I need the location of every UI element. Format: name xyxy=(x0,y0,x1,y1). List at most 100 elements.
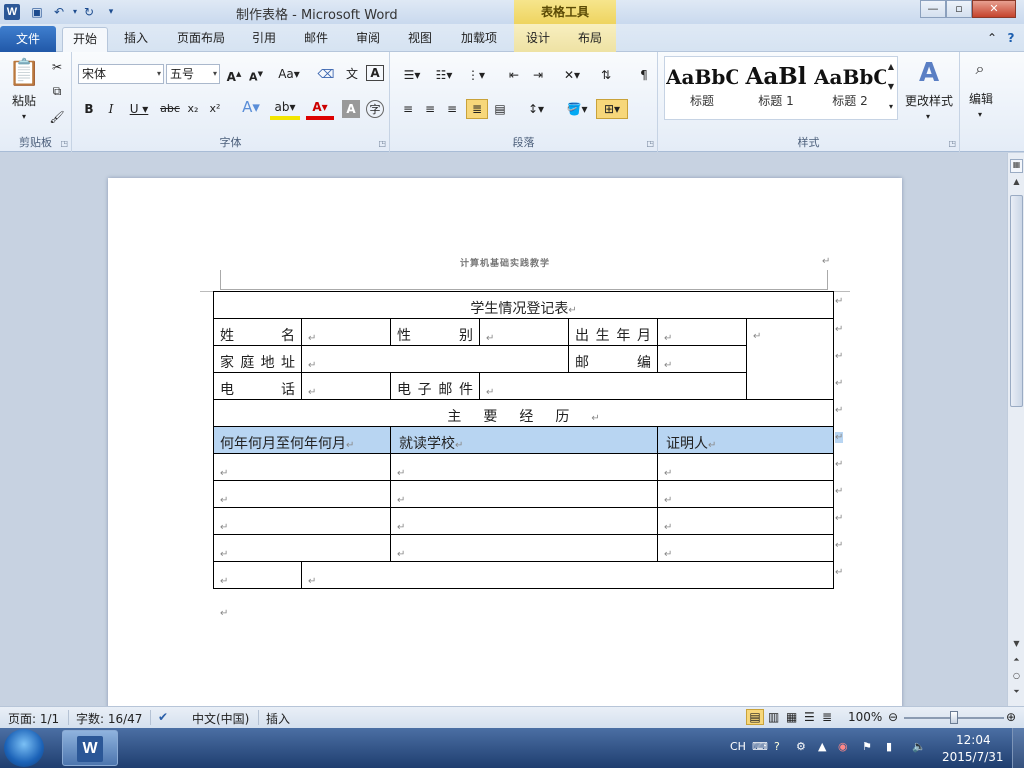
superscript-icon[interactable]: x² xyxy=(206,100,224,118)
help-tray-icon[interactable]: ? xyxy=(774,740,780,753)
period-cell[interactable]: ↵ xyxy=(213,507,391,535)
volume-icon[interactable]: 🔈 xyxy=(912,740,926,753)
student-registration-table[interactable]: 学生情况登记表↵ 姓名 ↵ 性别 ↵ 出生年月 ↵ ↵ 家庭地址 ↵ 邮编 ↵ … xyxy=(212,291,835,589)
browse-object-icon[interactable]: ○ xyxy=(1010,671,1023,685)
ribbon-minimize-icon[interactable]: ⌃ xyxy=(984,27,1000,52)
next-page-icon[interactable]: ⏷ xyxy=(1010,687,1023,701)
tab-home[interactable]: 开始 xyxy=(62,27,108,52)
gallery-scroll-down-icon[interactable]: ▼ xyxy=(884,78,898,96)
change-styles-icon[interactable]: A xyxy=(904,58,954,88)
tab-view[interactable]: 视图 xyxy=(402,27,438,52)
proofing-icon[interactable]: ✔ xyxy=(158,710,168,724)
copy-icon[interactable]: ⧉ xyxy=(48,82,66,100)
scroll-down-icon[interactable]: ▼ xyxy=(1010,639,1023,653)
change-styles-dropdown-icon[interactable]: ▾ xyxy=(920,108,936,126)
phone-value-cell[interactable]: ↵ xyxy=(301,372,391,400)
tab-review[interactable]: 审阅 xyxy=(350,27,386,52)
font-launcher-icon[interactable]: ◳ xyxy=(378,139,386,148)
show-hidden-icons-icon[interactable]: ▲ xyxy=(818,740,826,753)
witness-cell[interactable]: ↵ xyxy=(656,534,835,562)
ime-settings-icon[interactable]: ⚙ xyxy=(796,740,806,753)
history-title-cell[interactable]: 主要经历↵ xyxy=(212,399,835,427)
zoom-level[interactable]: 100% xyxy=(848,710,882,724)
vertical-scrollbar[interactable]: ▦ ▲ ▼ ⏶ ○ ⏷ xyxy=(1007,153,1024,706)
ime-indicator[interactable]: CH xyxy=(730,740,746,753)
security-icon[interactable]: ◉ xyxy=(838,740,848,753)
school-cell[interactable]: ↵ xyxy=(390,507,658,535)
italic-icon[interactable]: I xyxy=(102,100,120,118)
email-label-cell[interactable]: 电子邮件 xyxy=(390,372,480,400)
font-size-dropdown[interactable]: 五号 ▾ xyxy=(166,64,220,84)
zoom-in-icon[interactable]: ⊕ xyxy=(1006,710,1016,724)
multilevel-list-icon[interactable]: ⋮▾ xyxy=(462,66,490,84)
bold-icon[interactable]: B xyxy=(80,100,98,118)
language-indicator[interactable]: 中文(中国) xyxy=(192,710,249,727)
witness-cell[interactable]: ↵ xyxy=(656,507,835,535)
subscript-icon[interactable]: x₂ xyxy=(184,100,202,118)
footer-right-cell[interactable]: ↵ xyxy=(300,561,835,589)
enclose-characters-icon[interactable]: 字 xyxy=(366,100,384,118)
birth-label-cell[interactable]: 出生年月 xyxy=(568,318,658,346)
tab-mailings[interactable]: 邮件 xyxy=(298,27,334,52)
shrink-font-icon[interactable]: A▼ xyxy=(246,65,266,87)
email-value-cell[interactable]: ↵ xyxy=(479,372,747,400)
photo-cell[interactable]: ↵ xyxy=(745,318,835,400)
zoom-slider-thumb[interactable] xyxy=(950,711,958,724)
zip-value-cell[interactable]: ↵ xyxy=(657,345,747,373)
word-count[interactable]: 字数: 16/47 xyxy=(76,710,142,727)
period-cell[interactable]: ↵ xyxy=(213,453,391,481)
grow-font-icon[interactable]: A▲ xyxy=(224,65,244,86)
font-color-icon[interactable]: A▾ xyxy=(306,98,334,120)
character-shading-icon[interactable]: A xyxy=(342,100,360,118)
insert-mode-indicator[interactable]: 插入 xyxy=(266,710,290,727)
gallery-more-icon[interactable]: ▾ xyxy=(884,98,898,116)
gender-value-cell[interactable]: ↵ xyxy=(479,318,569,346)
tab-addins[interactable]: 加载项 xyxy=(454,27,504,52)
borders-icon[interactable]: ⊞▾ xyxy=(596,99,628,119)
scrollbar-thumb[interactable] xyxy=(1010,195,1023,407)
name-value-cell[interactable]: ↵ xyxy=(301,318,391,346)
character-border-icon[interactable]: A xyxy=(366,65,384,81)
maximize-button[interactable]: ▫ xyxy=(946,0,972,18)
increase-indent-icon[interactable]: ⇥ xyxy=(528,66,548,84)
full-screen-reading-icon[interactable]: ▥ xyxy=(768,710,779,724)
zoom-out-icon[interactable]: ⊖ xyxy=(888,710,898,724)
align-right-icon[interactable]: ≡ xyxy=(442,100,462,118)
start-button[interactable] xyxy=(4,729,44,767)
strikethrough-icon[interactable]: abc xyxy=(158,100,182,118)
gender-label-cell[interactable]: 性别 xyxy=(390,318,480,346)
school-cell[interactable]: ↵ xyxy=(390,453,658,481)
name-label-cell[interactable]: 姓名 xyxy=(213,318,302,346)
period-header-cell[interactable]: 何年何月至何年何月↵ xyxy=(213,426,391,454)
tab-insert[interactable]: 插入 xyxy=(116,27,156,52)
justify-icon[interactable]: ≣ xyxy=(466,99,488,119)
phone-label-cell[interactable]: 电话 xyxy=(213,372,302,400)
zip-label-cell[interactable]: 邮编 xyxy=(568,345,658,373)
underline-icon[interactable]: U ▾ xyxy=(126,100,152,118)
word-app-icon[interactable]: W xyxy=(4,4,20,20)
witness-header-cell[interactable]: 证明人↵ xyxy=(656,426,835,454)
customize-qat-icon[interactable]: ▾ xyxy=(102,3,120,21)
period-cell[interactable]: ↵ xyxy=(213,534,391,562)
editing-dropdown-icon[interactable]: ▾ xyxy=(972,106,988,124)
phonetic-guide-icon[interactable]: 文 xyxy=(342,65,362,83)
address-label-cell[interactable]: 家庭地址 xyxy=(213,345,302,373)
witness-cell[interactable]: ↵ xyxy=(656,453,835,481)
align-center-icon[interactable]: ≡ xyxy=(420,100,440,118)
show-desktop-button[interactable] xyxy=(1012,728,1024,768)
text-effects-icon[interactable]: A▾ xyxy=(236,98,266,116)
school-cell[interactable]: ↵ xyxy=(390,534,658,562)
align-left-icon[interactable]: ≡ xyxy=(398,100,418,118)
tab-design[interactable]: 设计 xyxy=(520,27,556,52)
paragraph-launcher-icon[interactable]: ◳ xyxy=(646,139,654,148)
show-marks-icon[interactable]: ¶ xyxy=(634,66,654,84)
print-layout-icon[interactable]: ▤ xyxy=(746,709,764,725)
birth-value-cell[interactable]: ↵ xyxy=(657,318,747,346)
gallery-scroll-up-icon[interactable]: ▲ xyxy=(884,58,898,76)
clock-date[interactable]: 2015/7/31 xyxy=(942,750,1004,764)
action-center-icon[interactable]: ⚑ xyxy=(862,740,872,753)
draft-view-icon[interactable]: ≣ xyxy=(822,710,832,724)
address-value-cell[interactable]: ↵ xyxy=(301,345,569,373)
close-button[interactable]: ✕ xyxy=(972,0,1016,18)
line-spacing-icon[interactable]: ↕▾ xyxy=(522,100,550,118)
